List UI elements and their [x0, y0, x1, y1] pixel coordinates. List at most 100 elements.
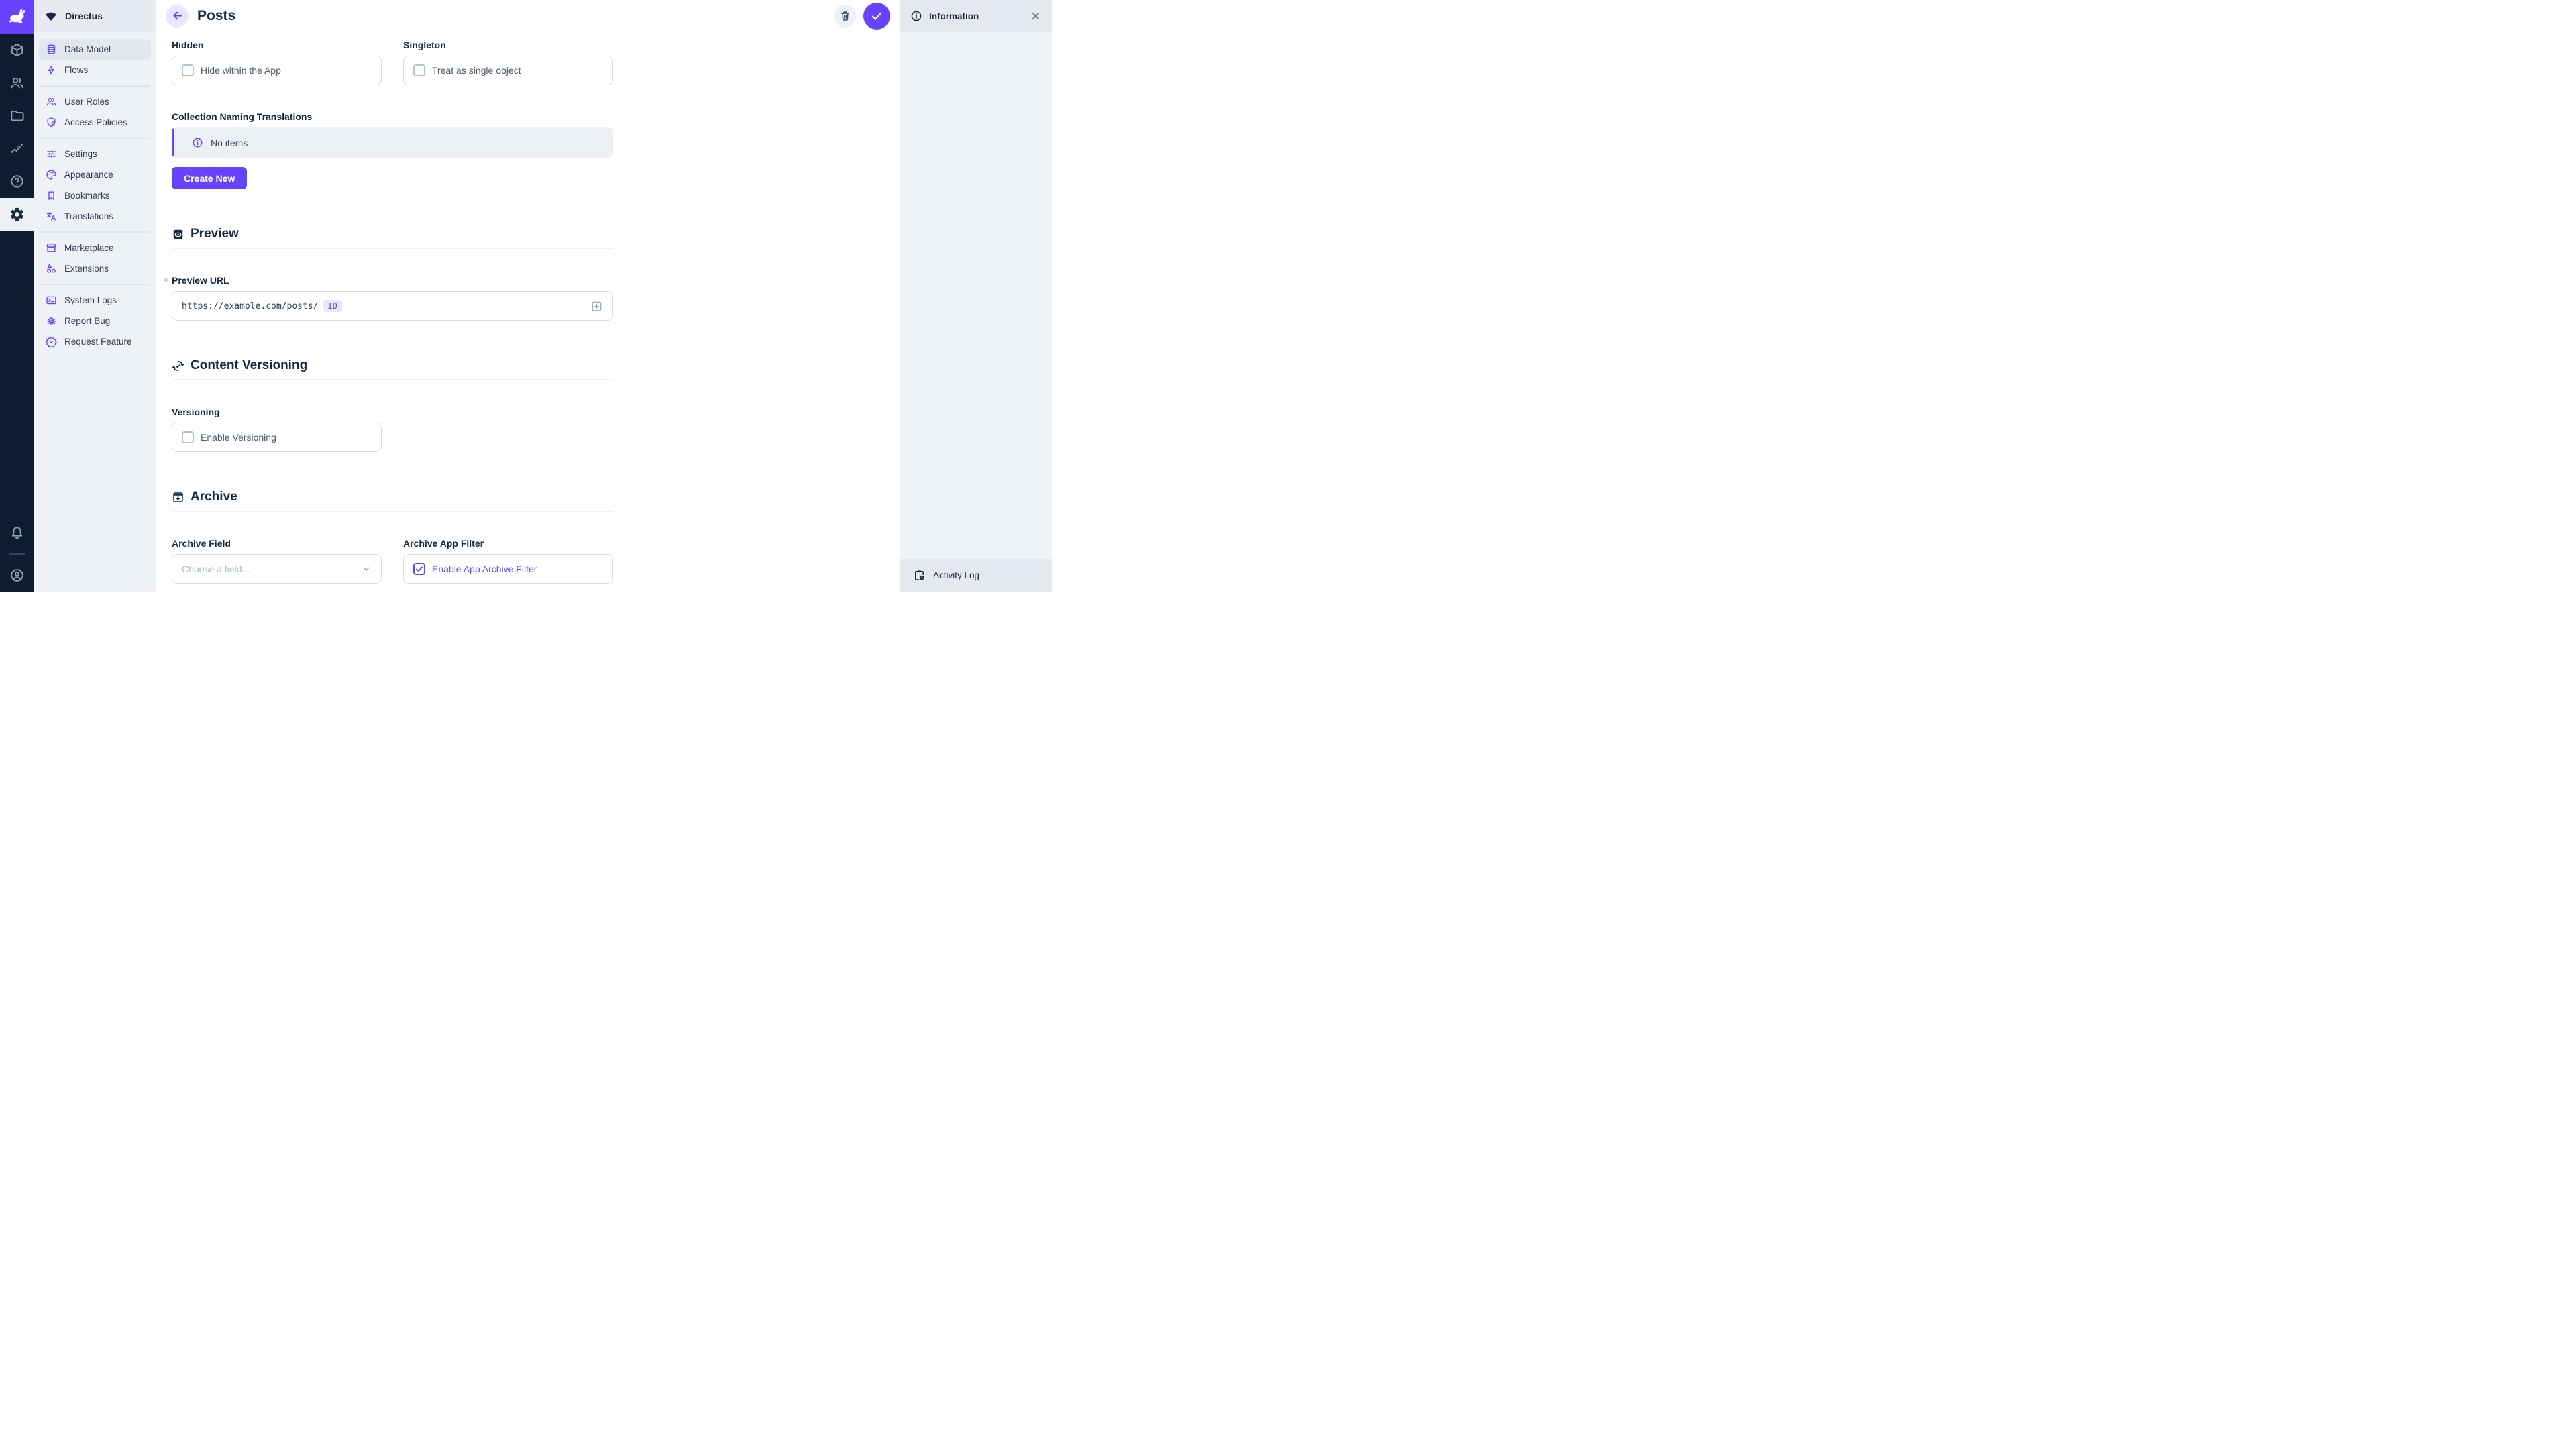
- nav-item-label: Settings: [64, 149, 97, 159]
- close-sidebar-button[interactable]: [1030, 11, 1041, 21]
- create-new-button[interactable]: Create New: [172, 167, 247, 189]
- versioning-checkbox-field[interactable]: Enable Versioning: [172, 423, 382, 452]
- hidden-checkbox-field[interactable]: Hide within the App: [172, 56, 382, 85]
- nav-item-translations[interactable]: Translations: [39, 206, 151, 227]
- section-heading: Content Versioning: [172, 358, 613, 373]
- archive-icon: [172, 491, 184, 504]
- nav-item-access-policies[interactable]: Access Policies: [39, 112, 151, 133]
- preview-eye-icon: [172, 228, 184, 241]
- edited-indicator-dot: [164, 278, 168, 282]
- archive-section: Archive Archive Field Choose a field...: [172, 490, 613, 584]
- field-label: Versioning: [172, 406, 382, 418]
- bookmark-icon: [46, 190, 57, 201]
- nav-item-label: Data Model: [64, 44, 111, 54]
- help-icon: [9, 174, 25, 189]
- nav-item-request-feature[interactable]: Request Feature: [39, 331, 151, 352]
- nav-item-settings[interactable]: Settings: [39, 144, 151, 164]
- main-area: Posts Hidden Hide within the App: [156, 0, 900, 592]
- gear-icon: [9, 207, 25, 222]
- palette-icon: [46, 169, 57, 180]
- archive-app-filter-checkbox-field[interactable]: Enable App Archive Filter: [403, 554, 613, 584]
- nav-item-bookmarks[interactable]: Bookmarks: [39, 185, 151, 206]
- nav-divider: [40, 85, 150, 87]
- module-documentation[interactable]: [0, 165, 34, 198]
- section-title: Content Versioning: [191, 358, 307, 373]
- storefront-icon: [46, 242, 57, 254]
- nav-item-user-roles[interactable]: User Roles: [39, 91, 151, 112]
- archive-field-select[interactable]: Choose a field...: [172, 554, 382, 584]
- page-title: Posts: [197, 8, 235, 24]
- nav-item-extensions[interactable]: Extensions: [39, 258, 151, 279]
- singleton-checkbox-field[interactable]: Treat as single object: [403, 56, 613, 85]
- section-title: Preview: [191, 227, 239, 241]
- preview-section: Preview Preview URL https://example.com/…: [172, 227, 613, 321]
- notifications-button[interactable]: [0, 517, 34, 549]
- checkbox-label: Hide within the App: [201, 65, 281, 76]
- collection-setup-form: Hidden Hide within the App Singleton Tre…: [156, 32, 900, 592]
- preview-url-value: https://example.com/posts/: [182, 301, 319, 311]
- id-field-chip[interactable]: ID: [323, 300, 342, 312]
- logo-button[interactable]: [0, 0, 34, 34]
- module-settings[interactable]: [0, 198, 34, 231]
- checkbox-checked[interactable]: [413, 563, 425, 575]
- tune-sliders-icon: [46, 148, 57, 160]
- checkbox-unchecked[interactable]: [413, 64, 425, 76]
- chevron-down-icon: [361, 564, 372, 574]
- checkbox-label: Enable App Archive Filter: [432, 564, 537, 574]
- folder-icon: [9, 108, 25, 123]
- preview-url-input[interactable]: https://example.com/posts/ ID: [172, 291, 613, 321]
- field-hidden: Hidden Hide within the App: [172, 39, 382, 85]
- checkbox-label: Treat as single object: [432, 65, 521, 76]
- select-placeholder: Choose a field...: [182, 564, 250, 574]
- add-box-icon[interactable]: [590, 300, 603, 313]
- section-divider: [172, 511, 613, 512]
- nav-item-appearance[interactable]: Appearance: [39, 164, 151, 185]
- module-file-library[interactable]: [0, 99, 34, 132]
- module-insights[interactable]: [0, 132, 34, 165]
- checkbox-unchecked[interactable]: [182, 64, 194, 76]
- clipboard-clock-icon: [913, 569, 926, 582]
- field-label: Archive App Filter: [403, 537, 613, 549]
- back-button[interactable]: [166, 5, 189, 28]
- module-bar: [0, 0, 34, 592]
- nav-item-data-model[interactable]: Data Model: [39, 39, 151, 60]
- field-naming-translations: Collection Naming Translations No items …: [172, 111, 613, 189]
- field-preview-url: Preview URL https://example.com/posts/ I…: [172, 274, 613, 321]
- save-button[interactable]: [863, 3, 890, 30]
- settings-nav-sidebar: Directus Data Model Flows User Roles Acc…: [34, 0, 156, 592]
- activity-log-label: Activity Log: [933, 570, 979, 580]
- user-menu-button[interactable]: [0, 559, 34, 592]
- database-icon: [46, 44, 57, 55]
- nav-list: Data Model Flows User Roles Access Polic…: [34, 32, 156, 359]
- activity-log-button[interactable]: Activity Log: [900, 559, 1052, 592]
- empty-list-text: No items: [211, 138, 248, 148]
- nav-item-label: User Roles: [64, 97, 109, 107]
- nav-item-label: Bookmarks: [64, 191, 110, 201]
- nav-item-label: Marketplace: [64, 243, 114, 253]
- module-bar-divider: [9, 553, 25, 555]
- info-sidebar-header[interactable]: Information: [900, 0, 1052, 32]
- nav-item-label: Extensions: [64, 264, 109, 274]
- field-label: Hidden: [172, 39, 382, 51]
- check-icon: [870, 9, 883, 23]
- checkbox-unchecked[interactable]: [182, 431, 194, 443]
- nav-item-flows[interactable]: Flows: [39, 60, 151, 80]
- directus-rabbit-logo-icon: [7, 7, 26, 26]
- project-switcher[interactable]: Directus: [34, 0, 156, 32]
- delete-collection-button[interactable]: [834, 5, 857, 28]
- bug-icon: [46, 315, 57, 327]
- account-circle-icon: [9, 568, 25, 583]
- project-name: Directus: [65, 11, 103, 21]
- empty-list-notice: No items: [172, 127, 613, 158]
- nav-item-label: Access Policies: [64, 117, 127, 127]
- module-content[interactable]: [0, 34, 34, 66]
- module-user-directory[interactable]: [0, 66, 34, 99]
- user-roles-icon: [46, 96, 57, 107]
- shield-user-icon: [46, 117, 57, 128]
- field-label: Preview URL: [172, 274, 613, 286]
- trash-icon: [839, 10, 851, 22]
- nav-item-report-bug[interactable]: Report Bug: [39, 311, 151, 331]
- feature-badge-icon: [46, 336, 57, 347]
- nav-item-system-logs[interactable]: System Logs: [39, 290, 151, 311]
- nav-item-marketplace[interactable]: Marketplace: [39, 237, 151, 258]
